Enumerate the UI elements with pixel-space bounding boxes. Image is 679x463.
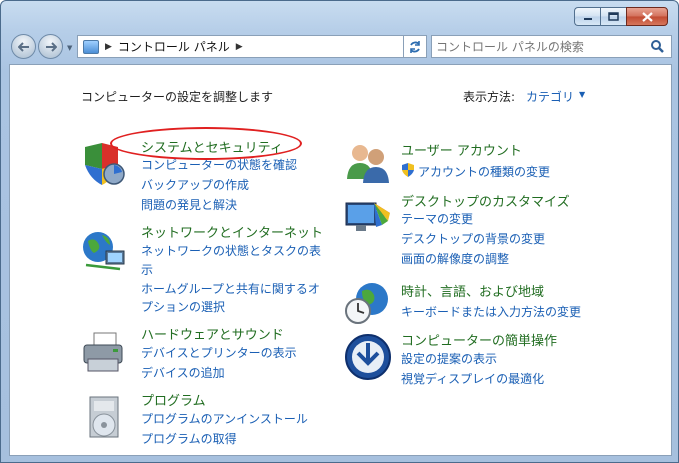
back-arrow-icon	[17, 41, 29, 52]
forward-button[interactable]	[38, 34, 63, 59]
link-change-background[interactable]: デスクトップの背景の変更	[401, 230, 545, 247]
navigation-bar: ▼ ▶ コントロール パネル ▶ ▼	[7, 32, 674, 62]
close-icon	[641, 11, 653, 22]
link-change-account-type[interactable]: アカウントの種類の変更	[418, 163, 550, 180]
link-network-status[interactable]: ネットワークの状態とタスクの表	[141, 242, 321, 259]
uac-shield-icon	[402, 163, 414, 177]
minimize-icon	[583, 17, 592, 20]
category-ease-of-access[interactable]: コンピューターの簡単操作	[401, 330, 557, 349]
link-change-keyboard[interactable]: キーボードまたは入力方法の変更	[401, 303, 581, 320]
category-appearance[interactable]: デスクトップのカスタマイズ	[401, 191, 570, 210]
caption-buttons	[574, 7, 668, 27]
printer-icon	[83, 332, 123, 372]
category-system-security[interactable]: システムとセキュリティ	[141, 137, 283, 156]
clock-globe-icon	[345, 283, 388, 324]
link-adjust-resolution[interactable]: 画面の解像度の調整	[401, 250, 509, 267]
maximize-button[interactable]	[600, 7, 626, 26]
link-change-theme[interactable]: テーマの変更	[401, 210, 473, 227]
control-panel-icon	[83, 39, 99, 54]
minimize-button[interactable]	[574, 7, 600, 26]
address-bar[interactable]: ▶ コントロール パネル ▶ ▼	[77, 35, 427, 58]
refresh-button[interactable]	[403, 35, 427, 58]
link-network-status-cont[interactable]: 示	[141, 261, 153, 278]
page-title: コンピューターの設定を調整します	[81, 90, 274, 104]
link-suggested-settings[interactable]: 設定の提案の表示	[401, 350, 497, 367]
category-user-accounts[interactable]: ユーザー アカウント	[401, 140, 522, 159]
link-check-status[interactable]: コンピューターの状態を確認	[141, 156, 297, 173]
control-panel-window: ▼ ▶ コントロール パネル ▶ ▼ コンピューターの設定を調整します 表示方法…	[0, 0, 679, 463]
breadcrumb-chevron-icon[interactable]: ▶	[236, 42, 243, 52]
category-network-internet[interactable]: ネットワークとインターネット	[141, 222, 323, 241]
users-icon	[347, 145, 389, 183]
search-box[interactable]	[431, 35, 672, 58]
shield-icon	[85, 143, 125, 185]
programs-icon	[89, 396, 119, 438]
category-hardware-sound[interactable]: ハードウェアとサウンド	[141, 324, 284, 343]
link-uninstall-program[interactable]: プログラムのアンインストール	[141, 410, 308, 427]
link-backup[interactable]: バックアップの作成	[141, 176, 249, 193]
forward-arrow-icon	[45, 41, 57, 52]
ease-of-access-icon	[345, 334, 391, 380]
recent-pages-dropdown[interactable]: ▼	[67, 44, 72, 52]
search-input[interactable]	[436, 39, 646, 54]
breadcrumb-chevron-icon[interactable]: ▶	[105, 42, 112, 52]
chevron-down-icon[interactable]: ▼	[579, 90, 585, 99]
link-get-programs[interactable]: プログラムの取得	[141, 430, 237, 447]
link-troubleshoot[interactable]: 問題の発見と解決	[141, 196, 237, 213]
link-devices-printers[interactable]: デバイスとプリンターの表示	[141, 344, 297, 361]
view-by-dropdown[interactable]: カテゴリ	[526, 88, 574, 105]
category-programs[interactable]: プログラム	[141, 390, 206, 409]
display-palette-icon	[345, 202, 390, 231]
breadcrumb-control-panel[interactable]: コントロール パネル	[118, 38, 230, 55]
maximize-icon	[608, 12, 619, 21]
link-homegroup-cont[interactable]: プションの選択	[141, 298, 225, 315]
view-by-label: 表示方法:	[463, 90, 516, 104]
link-add-device[interactable]: デバイスの追加	[141, 364, 225, 381]
close-button[interactable]	[626, 7, 668, 26]
refresh-icon	[410, 40, 420, 53]
globe-network-icon	[83, 232, 125, 271]
search-icon[interactable]	[650, 39, 665, 54]
category-clock-region[interactable]: 時計、言語、および地域	[401, 281, 544, 300]
link-optimize-display[interactable]: 視覚ディスプレイの最適化	[401, 370, 544, 387]
content-pane: コンピューターの設定を調整します 表示方法: カテゴリ ▼ システムとセキュリテ…	[9, 64, 672, 456]
link-homegroup[interactable]: ホームグループと共有に関するオ	[141, 280, 320, 297]
back-button[interactable]	[11, 34, 36, 59]
